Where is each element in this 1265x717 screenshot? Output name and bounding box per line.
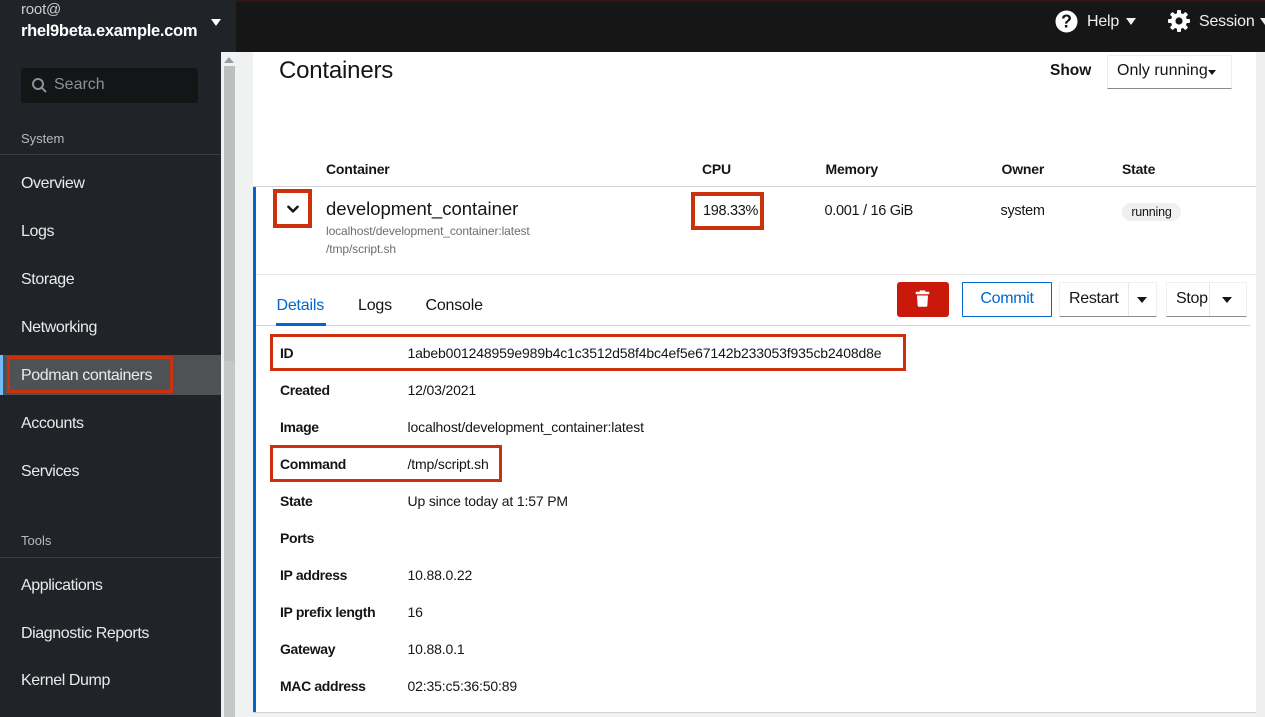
- svg-text:?: ?: [1061, 12, 1072, 32]
